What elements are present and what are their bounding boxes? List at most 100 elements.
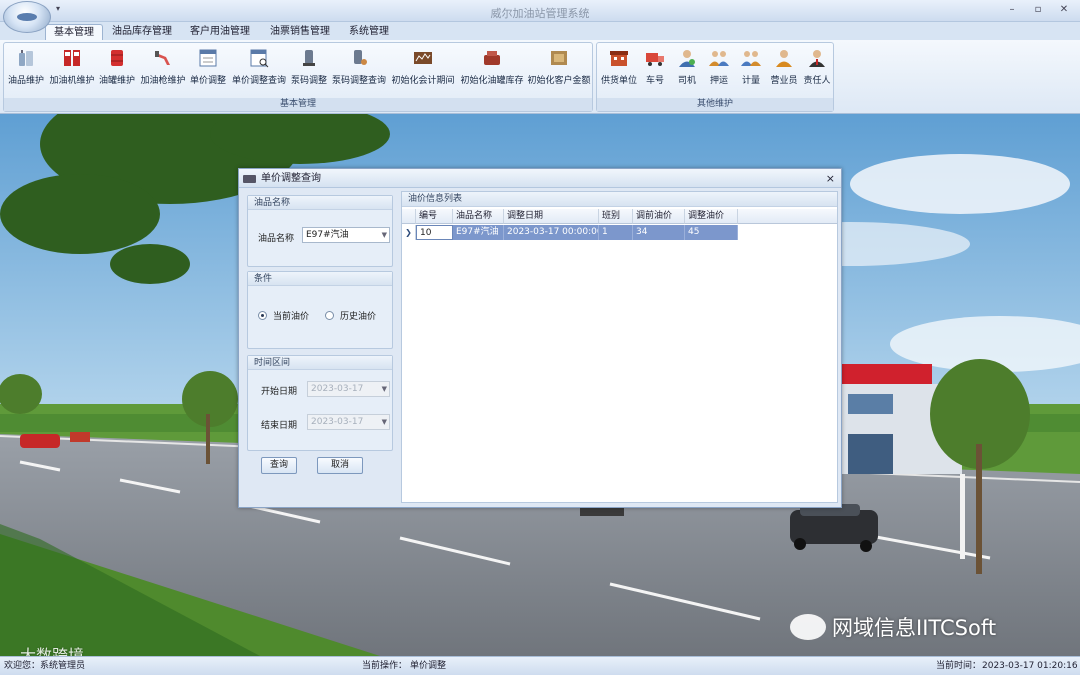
watermark-right: 网域信息IITCSoft xyxy=(790,612,996,642)
product-name-label: 油品名称 xyxy=(258,234,295,244)
close-window-button[interactable]: ✕ xyxy=(1056,3,1072,17)
status-operation-value: 单价调整 xyxy=(410,661,447,671)
title-bar: ▾ 威尔加油站管理系统 – ▫ ✕ xyxy=(0,0,1080,22)
condition-panel-header: 条件 xyxy=(248,272,392,286)
dispenser-maintenance-button[interactable]: 加油机维护 xyxy=(49,47,95,86)
cell-price-after[interactable]: 45 xyxy=(685,225,738,240)
cell-shift[interactable]: 1 xyxy=(599,225,633,240)
tab-system-management[interactable]: 系统管理 xyxy=(345,24,393,40)
status-time-label: 当前时间： xyxy=(936,661,982,671)
pump-code-icon xyxy=(303,50,315,66)
history-price-radio[interactable]: 历史油价 xyxy=(325,309,376,322)
radio-unchecked-icon xyxy=(325,311,334,320)
tab-ticket-sales[interactable]: 油票销售管理 xyxy=(266,24,334,40)
init-customer-amount-button[interactable]: 初始化客户金额 xyxy=(527,47,591,86)
tab-oil-inventory[interactable]: 油品库存管理 xyxy=(108,24,176,40)
product-panel-header: 油品名称 xyxy=(248,196,392,210)
app-menu-orb[interactable] xyxy=(3,1,51,33)
escort-button[interactable]: 押运 xyxy=(705,47,733,86)
responsible-person-button[interactable]: 责任人 xyxy=(802,47,832,86)
col-price-after[interactable]: 调整油价 xyxy=(685,209,738,224)
col-shift[interactable]: 班别 xyxy=(599,209,633,224)
clerk-button[interactable]: 营业员 xyxy=(768,47,800,86)
meter-icon xyxy=(741,51,761,66)
history-price-label: 历史油价 xyxy=(340,312,377,322)
ribbon: 油品维护 加油机维护 油罐维护 加油枪维护 单价调整 单价调整查询 泵码调整 泵… xyxy=(0,40,1080,114)
pump-code-adjust-button[interactable]: 泵码调整 xyxy=(290,47,328,86)
price-adjust-button[interactable]: 单价调整 xyxy=(189,47,227,86)
col-price-before[interactable]: 调前油价 xyxy=(633,209,685,224)
dialog-title: 单价调整查询 xyxy=(261,173,321,184)
cell-product-name[interactable]: E97#汽油 xyxy=(453,225,504,240)
end-date-picker[interactable]: 2023-03-17 ▼ xyxy=(307,414,390,430)
oil-tank-icon xyxy=(111,50,123,66)
table-row[interactable]: ❯ 10 E97#汽油 2023-03-17 00:00:00 1 34 45 xyxy=(402,225,837,241)
driver-button[interactable]: 司机 xyxy=(673,47,701,86)
condition-panel: 条件 当前油价 历史油价 xyxy=(247,271,393,349)
measurement-button[interactable]: 计量 xyxy=(737,47,765,86)
ribbon-group-other: 供货单位 车号 司机 押运 计量 营业员 责任人 其他维护 xyxy=(596,42,834,112)
minimize-button[interactable]: – xyxy=(1004,3,1020,17)
current-price-radio[interactable]: 当前油价 xyxy=(258,309,309,322)
price-adjust-query-dialog: 单价调整查询 × 油品名称 油品名称 E97#汽油 ▼ 条件 当前油价 历史油价… xyxy=(238,168,842,508)
pump-code-query-button[interactable]: 泵码调整查询 xyxy=(331,47,387,86)
manager-icon xyxy=(809,50,825,67)
status-operation-label: 当前操作： xyxy=(362,661,408,671)
tank-maintenance-button[interactable]: 油罐维护 xyxy=(98,47,136,86)
supplier-icon xyxy=(610,51,628,66)
oil-cans-icon xyxy=(19,50,33,66)
chevron-down-icon: ▼ xyxy=(381,418,387,426)
ribbon-tabs: 基本管理 油品库存管理 客户用油管理 油票销售管理 系统管理 xyxy=(0,22,1080,40)
tab-basic-management[interactable]: 基本管理 xyxy=(45,24,103,40)
dialog-close-button[interactable]: × xyxy=(826,169,835,188)
row-pointer-icon: ❯ xyxy=(402,225,416,240)
product-name-select[interactable]: E97#汽油 ▼ xyxy=(302,227,390,243)
wechat-icon xyxy=(790,614,826,640)
col-product-name[interactable]: 油品名称 xyxy=(453,209,504,224)
end-date-value: 2023-03-17 xyxy=(311,417,364,427)
oil-maintenance-button[interactable]: 油品维护 xyxy=(6,47,46,86)
time-range-header: 时间区间 xyxy=(248,356,392,370)
ribbon-group-basic: 油品维护 加油机维护 油罐维护 加油枪维护 单价调整 单价调整查询 泵码调整 泵… xyxy=(3,42,593,112)
price-query-icon xyxy=(250,49,269,68)
product-name-value: E97#汽油 xyxy=(306,230,349,240)
nozzle-maintenance-button[interactable]: 加油枪维护 xyxy=(140,47,186,86)
cell-id[interactable]: 10 xyxy=(416,225,453,240)
vehicle-number-button[interactable]: 车号 xyxy=(641,47,669,86)
group-label-other: 其他维护 xyxy=(597,98,833,111)
app-logo-icon xyxy=(17,13,37,21)
tab-customer-oil[interactable]: 客户用油管理 xyxy=(186,24,254,40)
price-query-button[interactable]: 单价调整查询 xyxy=(231,47,287,86)
supplier-button[interactable]: 供货单位 xyxy=(599,47,639,86)
status-time-value: 2023-03-17 01:20:16 xyxy=(982,661,1078,671)
col-adjust-date[interactable]: 调整日期 xyxy=(504,209,599,224)
start-date-value: 2023-03-17 xyxy=(311,384,364,394)
fuel-dispenser-icon xyxy=(64,50,80,66)
cell-price-before[interactable]: 34 xyxy=(633,225,685,240)
end-date-label: 结束日期 xyxy=(261,421,298,431)
group-label-basic: 基本管理 xyxy=(4,98,592,111)
chevron-down-icon: ▼ xyxy=(381,385,387,393)
current-price-label: 当前油价 xyxy=(273,312,310,322)
price-info-grid: 油价信息列表 编号 油品名称 调整日期 班别 调前油价 调整油价 ❯ 10 E9… xyxy=(401,191,838,503)
customer-amount-icon xyxy=(551,51,567,65)
col-id[interactable]: 编号 xyxy=(416,209,453,224)
grid-header: 油价信息列表 xyxy=(402,192,837,207)
start-date-picker[interactable]: 2023-03-17 ▼ xyxy=(307,381,390,397)
accounting-period-icon xyxy=(414,52,432,64)
radio-checked-icon xyxy=(258,311,267,320)
query-button[interactable]: 查询 xyxy=(261,457,297,474)
cancel-button[interactable]: 取消 xyxy=(317,457,363,474)
window-title: 威尔加油站管理系统 xyxy=(490,7,590,20)
fuel-nozzle-icon xyxy=(155,51,170,65)
init-accounting-period-button[interactable]: 初始化会计期间 xyxy=(390,47,456,86)
clerk-icon xyxy=(776,50,792,67)
cell-adjust-date[interactable]: 2023-03-17 00:00:00 xyxy=(504,225,599,240)
tank-stock-icon xyxy=(484,51,500,65)
dialog-title-bar: 单价调整查询 × xyxy=(239,169,841,188)
time-range-panel: 时间区间 开始日期 2023-03-17 ▼ 结束日期 2023-03-17 ▼ xyxy=(247,355,393,451)
restore-button[interactable]: ▫ xyxy=(1030,3,1046,17)
product-panel: 油品名称 油品名称 E97#汽油 ▼ xyxy=(247,195,393,267)
truck-icon xyxy=(646,53,664,66)
init-tank-stock-button[interactable]: 初始化油罐库存 xyxy=(459,47,525,86)
